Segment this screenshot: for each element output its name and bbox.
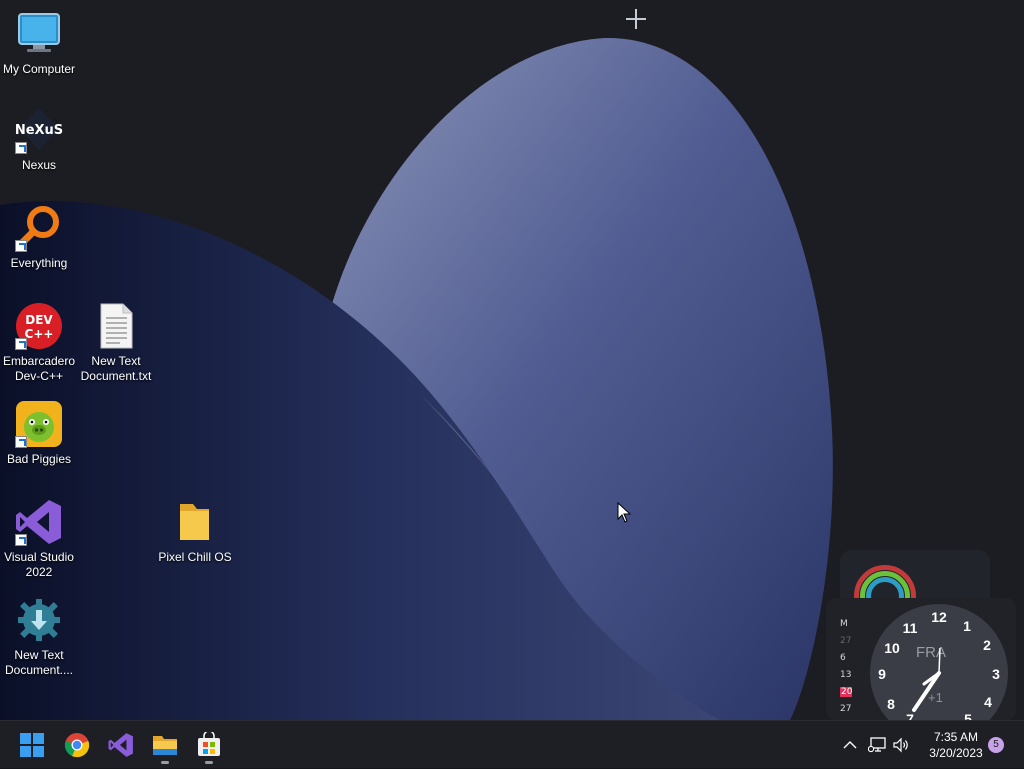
devcpp-icon: DEV C++: [15, 302, 63, 350]
icon-label: Pixel Chill OS: [158, 550, 232, 564]
desktop-icon-my-computer[interactable]: My Computer: [0, 10, 79, 77]
shortcut-arrow-icon: [15, 436, 27, 448]
desktop-icon-new-text-document[interactable]: New Text Document.txt: [76, 302, 156, 384]
desktop[interactable]: My Computer NeXuS Nexus Everything DEV C…: [0, 0, 1024, 720]
taskbar-chrome-button[interactable]: [57, 725, 97, 765]
calendar-day-today: 20: [840, 687, 853, 697]
desktop-icon-everything[interactable]: Everything: [0, 204, 79, 271]
desktop-icon-bad-piggies[interactable]: Bad Piggies: [0, 400, 79, 467]
running-indicator: [205, 761, 213, 764]
icon-label: New Text Document.txt: [80, 354, 152, 383]
store-icon: [198, 732, 220, 756]
volume-button[interactable]: [890, 721, 912, 769]
icon-label: Bad Piggies: [6, 452, 72, 466]
folder-icon: [171, 498, 219, 546]
desktop-icon-visual-studio[interactable]: Visual Studio 2022: [0, 498, 79, 580]
desktop-icon-pixel-chill-os[interactable]: Pixel Chill OS: [155, 498, 235, 565]
icon-label: My Computer: [2, 62, 76, 76]
shortcut-arrow-icon: [15, 240, 27, 252]
taskbar-visual-studio-button[interactable]: [101, 725, 141, 765]
visual-studio-icon: [108, 733, 133, 757]
windows-start-icon: [20, 733, 44, 757]
icon-label: Nexus: [21, 158, 56, 172]
svg-text:C++: C++: [25, 327, 54, 341]
icon-label: New Text Document....: [4, 648, 74, 677]
taskbar: 7:35 AM 3/20/2023 5: [0, 720, 1024, 768]
icon-label: Visual Studio 2022: [4, 550, 74, 579]
clock-date: 3/20/2023: [929, 746, 983, 760]
analog-clock-widget[interactable]: 12 1 2 3 4 5 7 8 9 10 11 FRA +1: [870, 604, 1008, 720]
clock-time: 7:35 AM: [933, 730, 979, 744]
svg-text:NeXuS: NeXuS: [15, 123, 63, 138]
calendar-day: 27: [840, 704, 852, 714]
calendar-header: M: [840, 619, 848, 629]
network-status-button[interactable]: [866, 721, 888, 769]
taskbar-clock[interactable]: 7:35 AM 3/20/2023: [918, 729, 994, 761]
chevron-up-icon: [843, 741, 857, 749]
desktop-icon-new-text-document-2[interactable]: New Text Document....: [0, 596, 79, 678]
speaker-icon: [893, 737, 908, 753]
folder-icon: [153, 736, 177, 755]
shortcut-arrow-icon: [15, 338, 27, 350]
svg-text:DEV: DEV: [25, 313, 53, 327]
icon-label: Embarcadero Dev-C++: [2, 354, 76, 383]
text-file-icon: [92, 302, 140, 350]
show-hidden-icons-button[interactable]: [838, 721, 862, 769]
magnifier-icon: [15, 204, 63, 252]
clock-hands: [912, 647, 941, 712]
taskbar-file-explorer-button[interactable]: [145, 725, 185, 765]
plus-icon[interactable]: [624, 7, 648, 31]
gear-download-icon: [15, 596, 63, 644]
calendar-day: 13: [840, 670, 852, 680]
calendar-day: 27: [840, 636, 852, 646]
start-button[interactable]: [12, 725, 52, 765]
shortcut-arrow-icon: [15, 142, 27, 154]
taskbar-store-button[interactable]: [189, 725, 229, 765]
calendar-day: 6: [840, 653, 846, 663]
nexus-icon: NeXuS: [15, 106, 63, 154]
pig-icon: [15, 400, 63, 448]
chrome-icon: [64, 733, 90, 758]
mouse-pointer-icon: [617, 502, 631, 523]
monitor-icon: [15, 10, 63, 58]
desktop-icon-nexus[interactable]: NeXuS Nexus: [0, 106, 79, 173]
desktop-icon-devcpp[interactable]: DEV C++ Embarcadero Dev-C++: [0, 302, 79, 384]
calendar-widget[interactable]: M 27 6 13 20 27: [836, 616, 868, 718]
shortcut-arrow-icon: [15, 534, 27, 546]
running-indicator: [161, 761, 169, 764]
network-icon: [868, 737, 886, 753]
icon-label: Everything: [10, 256, 68, 270]
visual-studio-icon: [15, 498, 63, 546]
notification-badge[interactable]: 5: [988, 737, 1004, 753]
